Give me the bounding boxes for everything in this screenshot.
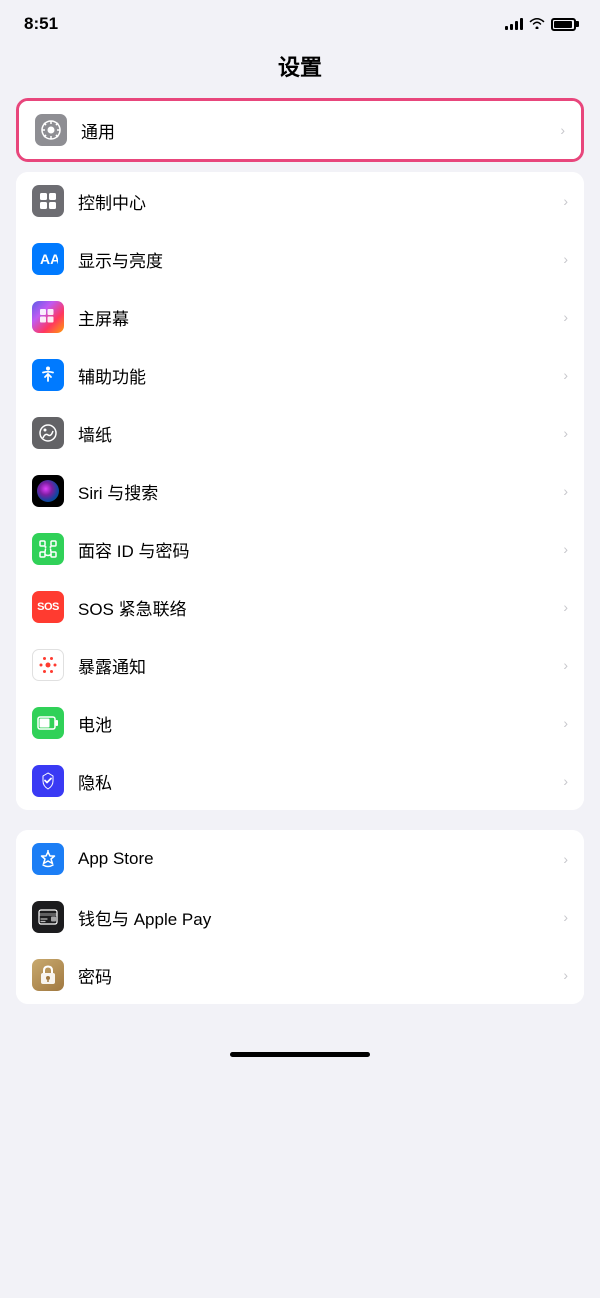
siri-chevron: ›	[563, 483, 568, 499]
exposure-icon	[32, 649, 64, 681]
battery-icon	[551, 18, 576, 31]
privacy-label: 隐私	[78, 769, 555, 794]
accessibility-icon	[32, 359, 64, 391]
status-icons	[505, 16, 576, 32]
settings-group-main: 通用 ›	[16, 98, 584, 162]
appstore-label: App Store	[78, 849, 555, 869]
general-chevron: ›	[560, 122, 565, 138]
faceid-chevron: ›	[563, 541, 568, 557]
appstore-icon	[32, 843, 64, 875]
homescreen-icon	[32, 301, 64, 333]
accessibility-label: 辅助功能	[78, 363, 555, 388]
accessibility-chevron: ›	[563, 367, 568, 383]
svg-text:AA: AA	[40, 251, 58, 267]
homescreen-label: 主屏幕	[78, 305, 555, 330]
wallpaper-icon	[32, 417, 64, 449]
passwords-label: 密码	[78, 963, 555, 988]
control-center-icon	[32, 185, 64, 217]
faceid-icon	[32, 533, 64, 565]
control-center-label: 控制中心	[78, 189, 555, 214]
settings-row-wallpaper[interactable]: 墙纸 ›	[16, 404, 584, 462]
settings-group-system: 控制中心 › AA 显示与亮度 › 主屏幕 ›	[16, 172, 584, 810]
settings-row-general[interactable]: 通用 ›	[19, 101, 581, 159]
settings-row-exposure[interactable]: 暴露通知 ›	[16, 636, 584, 694]
status-bar: 8:51	[0, 0, 600, 42]
settings-group-apps: App Store › 钱包与 Apple Pay › 密码	[16, 830, 584, 1004]
exposure-label: 暴露通知	[78, 653, 555, 678]
settings-row-appstore[interactable]: App Store ›	[16, 830, 584, 888]
wallet-icon	[32, 901, 64, 933]
settings-row-passwords[interactable]: 密码 ›	[16, 946, 584, 1004]
settings-row-homescreen[interactable]: 主屏幕 ›	[16, 288, 584, 346]
settings-row-privacy[interactable]: 隐私 ›	[16, 752, 584, 810]
passwords-chevron: ›	[563, 967, 568, 983]
general-label: 通用	[81, 118, 552, 143]
wallet-label: 钱包与 Apple Pay	[78, 905, 555, 930]
passwords-icon	[32, 959, 64, 991]
battery-chevron: ›	[563, 715, 568, 731]
settings-row-sos[interactable]: SOS SOS 紧急联络 ›	[16, 578, 584, 636]
signal-icon	[505, 18, 523, 30]
settings-row-battery[interactable]: 电池 ›	[16, 694, 584, 752]
battery-label: 电池	[78, 711, 555, 736]
wallet-chevron: ›	[563, 909, 568, 925]
wallpaper-label: 墙纸	[78, 421, 555, 446]
privacy-icon	[32, 765, 64, 797]
faceid-label: 面容 ID 与密码	[78, 537, 555, 562]
settings-row-control-center[interactable]: 控制中心 ›	[16, 172, 584, 230]
battery-settings-icon	[32, 707, 64, 739]
settings-row-faceid[interactable]: 面容 ID 与密码 ›	[16, 520, 584, 578]
display-icon: AA	[32, 243, 64, 275]
settings-row-accessibility[interactable]: 辅助功能 ›	[16, 346, 584, 404]
display-chevron: ›	[563, 251, 568, 267]
sos-icon: SOS	[32, 591, 64, 623]
exposure-chevron: ›	[563, 657, 568, 673]
general-icon	[35, 114, 67, 146]
wifi-icon	[529, 16, 545, 32]
wallpaper-chevron: ›	[563, 425, 568, 441]
siri-icon	[32, 475, 64, 507]
homescreen-chevron: ›	[563, 309, 568, 325]
home-indicator	[230, 1052, 370, 1057]
appstore-chevron: ›	[563, 851, 568, 867]
status-time: 8:51	[24, 14, 58, 34]
settings-row-siri[interactable]: Siri 与搜索 ›	[16, 462, 584, 520]
control-center-chevron: ›	[563, 193, 568, 209]
settings-row-wallet[interactable]: 钱包与 Apple Pay ›	[16, 888, 584, 946]
page-title: 设置	[0, 42, 600, 98]
sos-label: SOS 紧急联络	[78, 595, 555, 620]
siri-label: Siri 与搜索	[78, 479, 555, 504]
display-label: 显示与亮度	[78, 247, 555, 272]
settings-row-display[interactable]: AA 显示与亮度 ›	[16, 230, 584, 288]
privacy-chevron: ›	[563, 773, 568, 789]
sos-chevron: ›	[563, 599, 568, 615]
